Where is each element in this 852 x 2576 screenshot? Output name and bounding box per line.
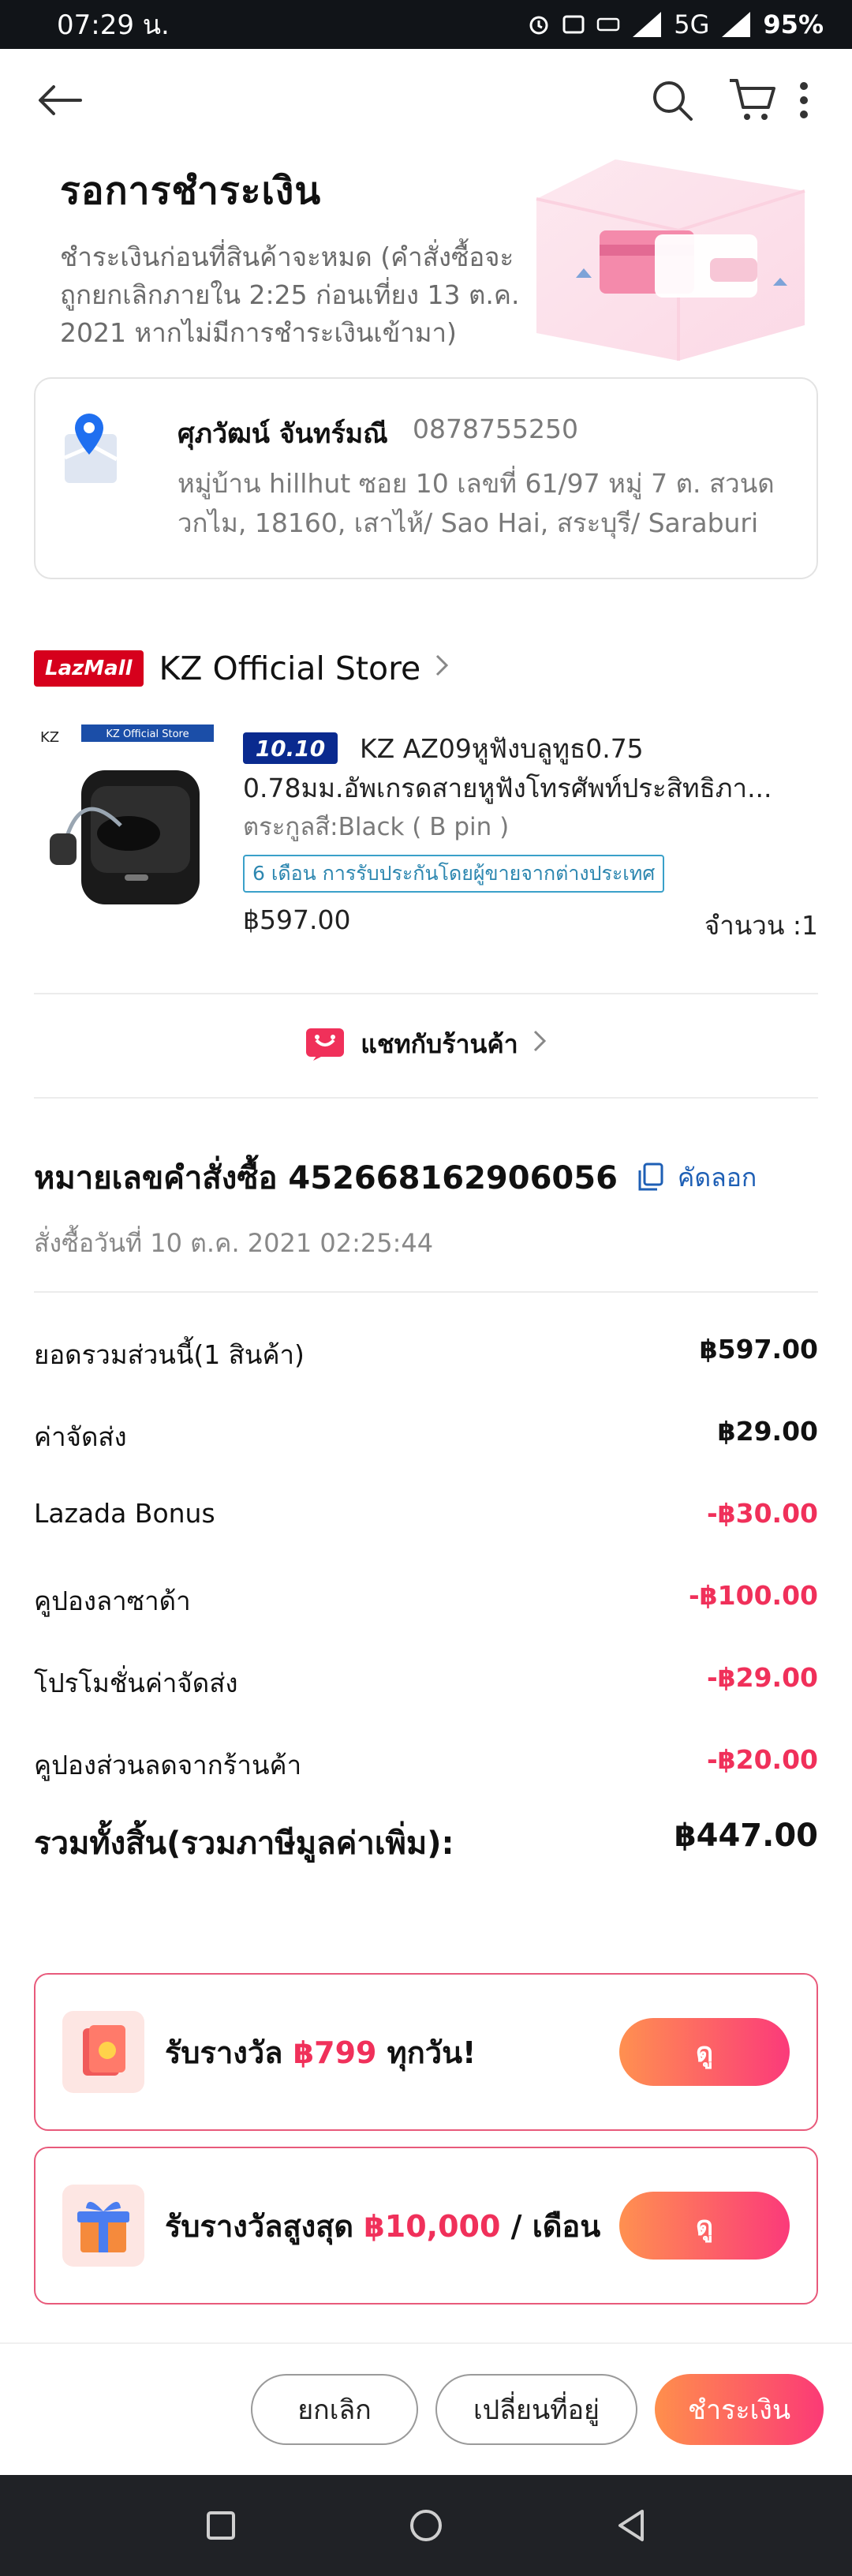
location-pin-icon <box>61 410 124 489</box>
divider <box>34 1291 818 1293</box>
store-name: KZ Official Store <box>159 650 421 687</box>
recents-square-icon[interactable] <box>189 2494 252 2557</box>
product-price: ฿597.00 <box>243 904 351 935</box>
lazmall-badge: LazMall <box>34 650 144 687</box>
product-quantity: จำนวน :1 <box>704 910 818 941</box>
monthly-reward-card[interactable]: รับรางวัลสูงสุด ฿10,000 / เดือน ดู <box>34 2147 818 2305</box>
fee-value: -฿20.00 <box>706 1744 818 1775</box>
fee-label: Lazada Bonus <box>34 1498 215 1529</box>
order-number-row: หมายเลขคำสั่งซื้อ 452668162906056 คัดลอก <box>34 1152 757 1203</box>
cart-icon[interactable] <box>721 69 784 132</box>
fee-label: ค่าจัดส่ง <box>34 1421 127 1452</box>
fee-label: ยอดรวมส่วนนี้(1 สินค้า) <box>34 1339 305 1370</box>
fee-value: -฿100.00 <box>688 1580 818 1611</box>
bottom-action-bar: ยกเลิก เปลี่ยนที่อยู่ ชำระเงิน <box>0 2342 852 2475</box>
status-bar: 07:29 น. 5G 95% <box>0 0 852 49</box>
chat-with-seller-button[interactable]: แชทกับร้านค้า <box>0 993 852 1095</box>
address-text: หมู่บ้าน hillhut ซอย 10 เลขที่ 61/97 หมู… <box>178 468 775 538</box>
fee-value: ฿597.00 <box>699 1334 818 1365</box>
daily-reward-text: รับรางวัล ฿799 ทุกวัน! <box>165 2035 476 2070</box>
total-value: ฿447.00 <box>674 1818 818 1854</box>
fee-row: โปรโมชั่นค่าจัดส่ง -฿29.00 <box>34 1662 818 1704</box>
view-reward-button[interactable]: ดู <box>619 2192 790 2260</box>
signal-icon-2 <box>720 10 752 39</box>
network-type: 5G <box>674 9 710 39</box>
status-icons: 5G 95% <box>527 9 824 39</box>
copy-order-number-button[interactable]: คัดลอก <box>637 1158 757 1198</box>
recipient-name: ศุภวัฒน์ จันทร์มณี <box>178 418 388 450</box>
app-bar <box>0 49 852 152</box>
chevron-right-icon <box>435 653 449 684</box>
copy-icon <box>638 1163 663 1191</box>
divider <box>34 1097 818 1099</box>
gift-box-icon <box>62 2185 144 2267</box>
fee-label: คูปองลาซาด้า <box>34 1586 191 1616</box>
payment-illustration <box>521 152 820 365</box>
payment-deadline-text: ชำระเงินก่อนที่สินค้าจะหมด (คำสั่งซื้อจะ… <box>60 242 520 348</box>
red-envelope-icon <box>62 2011 144 2093</box>
fee-row: Lazada Bonus -฿30.00 <box>34 1498 818 1529</box>
auto-icon <box>562 13 585 36</box>
battery-level: 95% <box>763 9 824 39</box>
fee-row: คูปองส่วนลดจากร้านค้า -฿20.00 <box>34 1744 818 1786</box>
fee-row: ยอดรวมส่วนนี้(1 สินค้า) ฿597.00 <box>34 1334 818 1376</box>
payment-status-section: รอการชำระเงิน ชำระเงินก่อนที่สินค้าจะหมด… <box>0 152 852 365</box>
fee-value: ฿29.00 <box>717 1416 818 1447</box>
home-circle-icon[interactable] <box>394 2494 458 2557</box>
order-number: หมายเลขคำสั่งซื้อ 452668162906056 <box>34 1160 618 1196</box>
change-address-button[interactable]: เปลี่ยนที่อยู่ <box>435 2374 637 2445</box>
svg-text:KZ: KZ <box>40 729 59 746</box>
fee-row: ค่าจัดส่ง ฿29.00 <box>34 1416 818 1458</box>
alarm-icon <box>527 13 551 36</box>
volte-icon <box>596 13 620 36</box>
shipping-address-card[interactable]: ศุภวัฒน์ จันทร์มณี 0878755250 หมู่บ้าน h… <box>34 377 818 579</box>
product-image: KZ KZ Official Store <box>34 723 215 912</box>
pay-now-button[interactable]: ชำระเงิน <box>655 2374 824 2445</box>
promo-badge: 10.10 <box>243 732 338 764</box>
recipient-phone: 0878755250 <box>413 414 578 444</box>
fee-label: โปรโมชั่นค่าจัดส่ง <box>34 1668 238 1698</box>
fee-value: -฿30.00 <box>706 1498 818 1529</box>
grand-total-row: รวมทั้งสิ้น(รวมภาษีมูลค่าเพิ่ม): ฿447.00 <box>34 1818 818 1868</box>
product-variant: ตระกูลสี:Black ( B pin ) <box>243 813 510 841</box>
fee-row: คูปองลาซาด้า -฿100.00 <box>34 1580 818 1622</box>
chat-label: แชทกับร้านค้า <box>361 1028 518 1059</box>
chat-icon <box>306 1028 345 1061</box>
search-icon[interactable] <box>641 69 704 132</box>
order-date: สั่งซื้อวันที่ 10 ต.ค. 2021 02:25:44 <box>34 1228 434 1258</box>
signal-icon <box>631 10 663 39</box>
system-navigation-bar <box>0 2475 852 2576</box>
store-link[interactable]: LazMall KZ Official Store <box>34 643 449 694</box>
total-label: รวมทั้งสิ้น(รวมภาษีมูลค่าเพิ่ม): <box>34 1825 454 1862</box>
fee-value: -฿29.00 <box>706 1662 818 1693</box>
copy-label: คัดลอก <box>677 1162 757 1193</box>
fee-label: คูปองส่วนลดจากร้านค้า <box>34 1750 302 1780</box>
back-arrow-icon[interactable] <box>28 69 92 132</box>
view-reward-button[interactable]: ดู <box>619 2018 790 2086</box>
more-vert-icon[interactable] <box>784 69 824 132</box>
back-triangle-icon[interactable] <box>600 2494 663 2557</box>
chevron-right-icon <box>532 1028 547 1060</box>
daily-reward-card[interactable]: รับรางวัล ฿799 ทุกวัน! ดู <box>34 1973 818 2131</box>
cancel-order-button[interactable]: ยกเลิก <box>251 2374 418 2445</box>
page-title: รอการชำระเงิน <box>60 169 322 213</box>
monthly-reward-text: รับรางวัลสูงสุด ฿10,000 / เดือน <box>165 2208 601 2244</box>
product-image-label: KZ Official Store <box>106 728 189 740</box>
order-item[interactable]: KZ KZ Official Store KZ AZ09หูฟังบลูทูธ0… <box>34 723 818 952</box>
status-time: 07:29 น. <box>57 9 170 41</box>
warranty-badge: 6 เดือน การรับประกันโดยผู้ขายจากต่างประเ… <box>243 855 665 893</box>
